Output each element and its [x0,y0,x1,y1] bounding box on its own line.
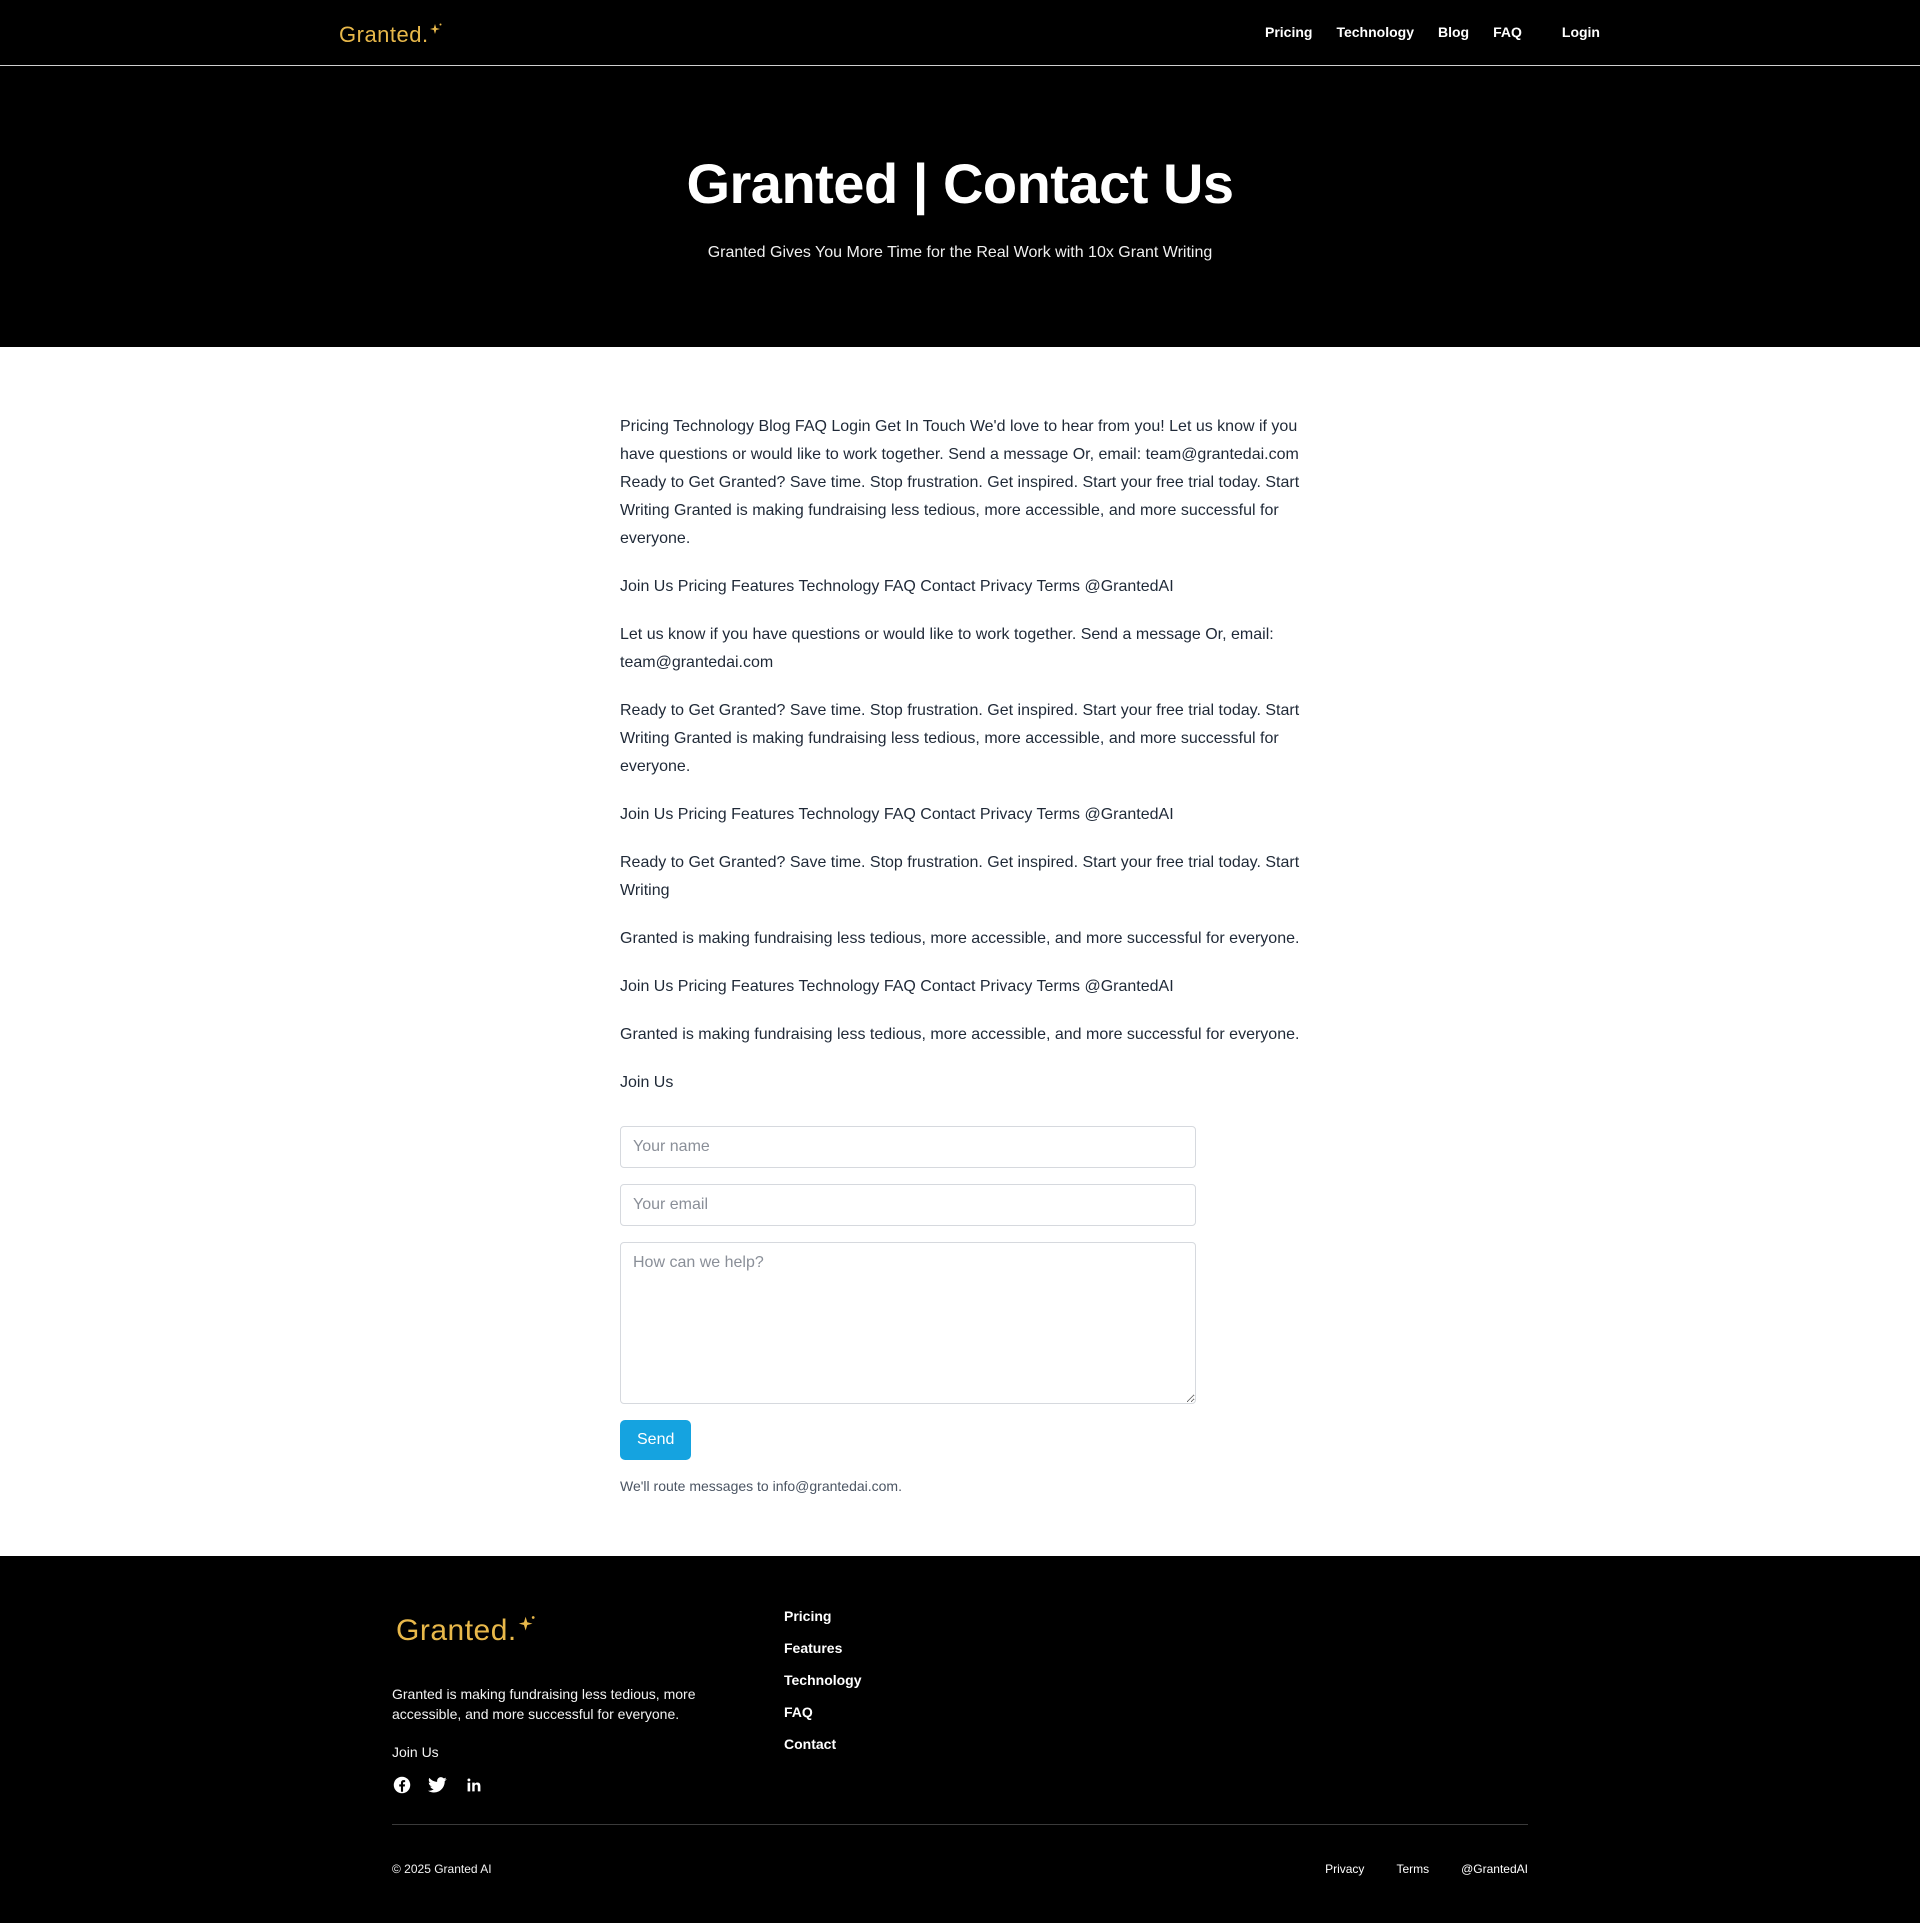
terms-link[interactable]: Terms [1396,1862,1429,1876]
footer-description: Granted is making fundraising less tedio… [392,1686,696,1722]
twitter-handle-link[interactable]: @GrantedAI [1461,1862,1528,1876]
main-nav: Pricing Technology Blog FAQ Login [1241,24,1600,40]
name-input[interactable] [620,1126,1196,1168]
hero-subtitle: Granted Gives You More Time for the Real… [707,244,1213,261]
contact-form: Send We'll route messages to info@grante… [620,1126,1196,1494]
linkedin-icon[interactable] [464,1775,483,1794]
footer-link-features[interactable]: Features [784,1640,862,1657]
content-paragraph: Join Us Pricing Features Technology FAQ … [620,806,1174,823]
footer-link-faq[interactable]: FAQ [784,1704,862,1721]
nav-link-technology[interactable]: Technology [1336,24,1414,40]
footer-bottom-links: Privacy Terms @GrantedAI [1293,1862,1528,1876]
sparkle-icon [517,1614,537,1636]
content-paragraph: Ready to Get Granted? Save time. Stop fr… [620,702,1300,775]
message-textarea[interactable] [620,1242,1196,1404]
facebook-icon[interactable] [392,1775,411,1794]
email-input[interactable] [620,1184,1196,1226]
send-button[interactable]: Send [620,1420,692,1460]
content-paragraph: Ready to Get Granted? Save time. Stop fr… [620,854,1300,899]
nav-link-faq[interactable]: FAQ [1493,24,1522,40]
footer-link-technology[interactable]: Technology [784,1672,862,1689]
top-navbar: Granted. Pricing Technology Blog FAQ Log… [0,0,1920,66]
hero-section: Granted | Contact Us Granted Gives You M… [0,66,1920,347]
brand-logo[interactable]: Granted. [339,22,443,48]
content-paragraph: Join Us Pricing Features Technology FAQ … [620,578,1174,595]
content-paragraph: Let us know if you have questions or wou… [620,626,1274,671]
content-paragraph: Granted is making fundraising less tedio… [620,1026,1300,1043]
nav-link-blog[interactable]: Blog [1438,24,1469,40]
content-paragraph: Pricing Technology Blog FAQ Login Get In… [620,418,1300,547]
route-note: We'll route messages to info@grantedai.c… [620,1478,902,1494]
footer-nav: Pricing Features Technology FAQ Contact [784,1608,862,1768]
nav-link-pricing[interactable]: Pricing [1265,24,1312,40]
copyright-text: © 2025 Granted AI [392,1862,492,1876]
login-link[interactable]: Login [1562,24,1600,40]
logo-text: Granted [339,22,422,47]
privacy-link[interactable]: Privacy [1325,1862,1364,1876]
content-paragraph: Join Us [620,1074,674,1091]
site-footer: Granted. Granted is making fundraising l… [0,1556,1920,1923]
logo-text: Granted [396,1614,508,1647]
content-paragraph: Granted is making fundraising less tedio… [620,930,1300,947]
sparkle-icon [429,22,443,38]
footer-join-label: Join Us [392,1744,439,1760]
main-content: Pricing Technology Blog FAQ Login Get In… [620,347,1300,1556]
footer-logo[interactable]: Granted. [396,1614,537,1648]
page-title: Granted | Contact Us [686,152,1234,215]
logo-dot: . [507,1614,517,1647]
twitter-icon[interactable] [428,1775,447,1794]
content-paragraph: Join Us Pricing Features Technology FAQ … [620,978,1174,995]
logo-dot: . [422,22,429,47]
footer-link-pricing[interactable]: Pricing [784,1608,862,1625]
footer-link-contact[interactable]: Contact [784,1736,862,1753]
social-links [392,1775,483,1794]
footer-divider [392,1824,1528,1825]
